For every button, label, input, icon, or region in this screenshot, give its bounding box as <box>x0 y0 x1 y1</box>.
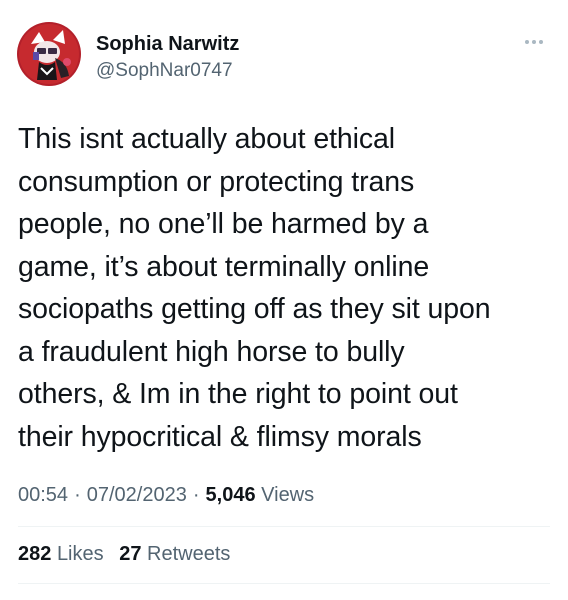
likes-stat[interactable]: 282 Likes <box>18 543 104 565</box>
divider <box>18 583 550 584</box>
more-horizontal-icon <box>525 40 543 44</box>
tweet-text-line: This isnt actually about ethical <box>18 123 395 155</box>
retweets-stat[interactable]: 27 Retweets <box>119 543 230 565</box>
tweet-text: This isnt actually about ethical consump… <box>18 118 548 458</box>
author-avatar[interactable] <box>17 22 81 86</box>
author-handle[interactable]: @SophNar0747 <box>96 60 233 82</box>
tweet-text-line: a fraudulent high horse to bully <box>18 335 405 368</box>
retweets-count: 27 <box>119 543 142 565</box>
tweet-card: Sophia Narwitz @SophNar0747 This isnt ac… <box>0 0 568 600</box>
tweet-text-line: their hypocritical & flimsy morals <box>18 420 422 453</box>
tweet-text-line: people, no one’ll be harmed by a <box>18 208 429 240</box>
tweet-stats: 282 Likes 27 Retweets <box>18 543 240 566</box>
views-label[interactable]: Views <box>261 484 314 506</box>
tweet-meta: 00:54 · 07/02/2023 · 5,046 Views <box>18 484 314 507</box>
retweets-label: Retweets <box>147 543 231 565</box>
author-display-name[interactable]: Sophia Narwitz <box>96 33 239 56</box>
meta-separator: · <box>192 484 200 506</box>
views-count: 5,046 <box>205 484 256 506</box>
likes-label: Likes <box>56 543 104 565</box>
tweet-date[interactable]: 07/02/2023 <box>87 484 187 506</box>
divider <box>18 526 550 527</box>
meta-separator: · <box>74 484 81 506</box>
tweet-text-line: consumption or protecting trans <box>18 165 415 198</box>
tweet-time[interactable]: 00:54 <box>18 484 68 506</box>
tweet-text-line: sociopaths getting off as they sit upon <box>18 293 491 325</box>
tweet-text-line: others, & Im in the right to point out <box>18 378 458 410</box>
tweet-text-line: game, it’s about terminally online <box>18 250 430 283</box>
likes-count: 282 <box>18 543 52 565</box>
more-options-button[interactable] <box>518 30 550 54</box>
profile-avatar-icon <box>17 22 81 86</box>
